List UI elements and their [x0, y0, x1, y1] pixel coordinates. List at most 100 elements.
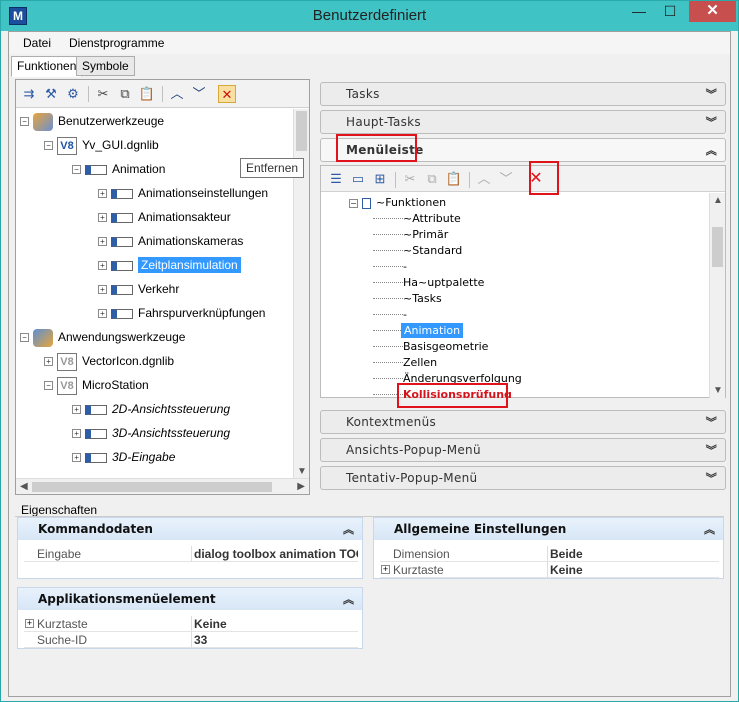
toolbox-icon: [85, 452, 107, 463]
copy-icon[interactable]: ⧉: [116, 85, 134, 103]
move-up-icon[interactable]: ︿: [475, 170, 493, 188]
property-row[interactable]: Dimension Beide: [380, 546, 719, 562]
tree-item-selected[interactable]: + Zeitplansimulation: [98, 255, 241, 275]
toolbox-icon: [111, 212, 133, 223]
tree-item[interactable]: − V8 Yv_GUI.dgnlib: [44, 135, 159, 155]
section-kommandodaten: Kommandodaten ︽ Eingabe dialog toolbox an…: [17, 517, 363, 579]
copy-icon[interactable]: ⧉: [423, 170, 441, 188]
menu-tree-item[interactable]: -: [403, 307, 407, 323]
tree-item[interactable]: + Fahrspurverknüpfungen: [98, 303, 265, 323]
menu-dienstprogramme[interactable]: Dienstprogramme: [69, 36, 164, 50]
toolbox-icon: [111, 260, 133, 271]
move-down-icon[interactable]: ﹀: [190, 85, 208, 103]
tree-horizontal-scrollbar[interactable]: ◀ ▶: [16, 478, 309, 494]
tree-item[interactable]: +3D-Eingabe: [72, 447, 175, 467]
dgnlib-icon: V8: [57, 352, 77, 371]
tree-item[interactable]: − Anwendungswerkzeuge: [20, 327, 185, 347]
menu-tree-item[interactable]: ~Tasks: [403, 291, 442, 307]
menu-tree-item[interactable]: -: [403, 259, 407, 275]
menu-datei[interactable]: Datei: [23, 36, 51, 50]
tab-symbole[interactable]: Symbole: [76, 56, 135, 76]
menu-tree-item[interactable]: ~Primär: [403, 227, 448, 243]
property-row[interactable]: + Kurztaste Keine: [24, 616, 358, 632]
menu-toolbar: ☰ ▭ ⊞ ✂ ⧉ 📋 ︿ ﹀ ✕: [321, 166, 725, 192]
menu-tree: − ~Funktionen ~Attribute ~Primär ~Standar…: [321, 193, 707, 398]
cut-icon[interactable]: ✂: [401, 170, 419, 188]
tree-item[interactable]: + V8 VectorIcon.dgnlib: [44, 351, 174, 371]
scroll-thumb[interactable]: [712, 227, 723, 267]
section-tentativ-popup[interactable]: Tentativ-Popup-Menü ︾: [320, 466, 726, 490]
new-menu-icon[interactable]: ☰: [327, 170, 345, 188]
menu-tree-root[interactable]: − ~Funktionen: [349, 195, 446, 211]
highlight-box: [397, 383, 508, 408]
menu-tree-item[interactable]: Ha~uptpalette: [403, 275, 484, 291]
paste-icon[interactable]: 📋: [138, 85, 156, 103]
functions-tree-pane: ⇉ ⚒ ⚙ ✂ ⧉ 📋 ︿ ﹀ ✕ − Benutzerwerkzeuge − V8…: [15, 79, 310, 495]
tree-item[interactable]: − Animation: [72, 159, 165, 179]
tree-item[interactable]: + Animationseinstellungen: [98, 183, 268, 203]
tab-funktionen[interactable]: Funktionen: [11, 56, 83, 77]
tree-item[interactable]: +3D-Ansichtssteuerung: [72, 423, 230, 443]
menu-tree-item[interactable]: ~Standard: [403, 243, 462, 259]
move-up-icon[interactable]: ︿: [168, 85, 186, 103]
minimize-button[interactable]: —: [625, 1, 653, 23]
new-menu-item-icon[interactable]: ▭: [349, 170, 367, 188]
tree-item[interactable]: + Animationsakteur: [98, 207, 231, 227]
tree-item[interactable]: − V8 MicroStation: [44, 375, 149, 395]
scroll-down-icon[interactable]: ▼: [297, 466, 307, 477]
maximize-button[interactable]: ☐: [656, 1, 684, 23]
cut-icon[interactable]: ✂: [94, 85, 112, 103]
menu-tree-item[interactable]: Basisgeometrie: [403, 339, 488, 355]
new-tool-icon[interactable]: ⚒: [42, 85, 60, 103]
menu-bar-editor: ☰ ▭ ⊞ ✂ ⧉ 📋 ︿ ﹀ ✕ − ~Funktionen ~Attribut…: [320, 161, 726, 408]
chevron-up-icon: ︽: [704, 523, 715, 536]
tree-item[interactable]: + Verkehr: [98, 279, 179, 299]
scroll-thumb[interactable]: [296, 111, 307, 151]
section-haupt-tasks[interactable]: Haupt-Tasks ︾: [320, 110, 726, 134]
properties-panel: Kommandodaten ︽ Eingabe dialog toolbox an…: [15, 516, 724, 678]
highlight-box: [529, 161, 559, 195]
property-row[interactable]: + Kurztaste Keine: [380, 562, 719, 578]
properties-icon[interactable]: ⊞: [371, 170, 389, 188]
scroll-left-icon[interactable]: ◀: [20, 481, 28, 492]
client-area: Datei Dienstprogramme Funktionen Symbole…: [8, 31, 731, 697]
menu-tree-item[interactable]: Zellen: [403, 355, 437, 371]
section-kontextmenues[interactable]: Kontextmenüs ︾: [320, 410, 726, 434]
scroll-down-icon[interactable]: ▼: [713, 385, 723, 396]
toolbox-icon: [85, 428, 107, 439]
chevron-down-icon: ︾: [705, 416, 717, 429]
menu-tree-scrollbar[interactable]: ▲ ▼: [709, 193, 725, 398]
properties-label: Eigenschaften: [21, 503, 98, 517]
menu-bar: Datei Dienstprogramme: [9, 32, 730, 54]
scroll-right-icon[interactable]: ▶: [297, 481, 305, 492]
tree-item[interactable]: +2D-Ansichtssteuerung: [72, 399, 230, 419]
toolbox-icon: [111, 308, 133, 319]
section-ansichts-popup[interactable]: Ansichts-Popup-Menü ︾: [320, 438, 726, 462]
section-tasks[interactable]: Tasks ︾: [320, 82, 726, 106]
close-button[interactable]: ✕: [689, 1, 736, 22]
section-header[interactable]: Kommandodaten ︽: [18, 518, 362, 540]
new-toolbox-icon[interactable]: ⇉: [20, 85, 38, 103]
paste-icon[interactable]: 📋: [445, 170, 463, 188]
section-header[interactable]: Allgemeine Einstellungen ︽: [374, 518, 723, 540]
chevron-up-icon: ︽: [343, 593, 354, 606]
tree-item[interactable]: − Benutzerwerkzeuge: [20, 111, 164, 131]
move-down-icon[interactable]: ﹀: [497, 170, 515, 188]
section-applikationsmenuelement: Applikationsmenüelement ︽ + Kurztaste Kei…: [17, 587, 363, 649]
menu-tree-item[interactable]: ~Attribute: [403, 211, 461, 227]
chevron-down-icon: ︾: [705, 444, 717, 457]
menu-tree-item-selected[interactable]: Animation: [401, 323, 464, 339]
property-row[interactable]: Eingabe dialog toolbox animation TOGGLE: [24, 546, 358, 562]
scroll-thumb[interactable]: [32, 482, 272, 492]
chevron-up-icon: ︽: [343, 523, 354, 536]
tool-properties-icon[interactable]: ⚙: [64, 85, 82, 103]
tree-item[interactable]: + Animationskameras: [98, 231, 243, 251]
section-header[interactable]: Applikationsmenüelement ︽: [18, 588, 362, 610]
tooltip-entfernen: Entfernen: [240, 158, 305, 178]
title-bar[interactable]: M Benutzerdefiniert — ☐ ✕: [1, 1, 738, 31]
delete-icon[interactable]: ✕: [218, 85, 236, 103]
property-row[interactable]: Suche-ID 33: [24, 632, 358, 648]
scroll-up-icon[interactable]: ▲: [713, 195, 723, 206]
application-window: M Benutzerdefiniert — ☐ ✕ Datei Dienstpr…: [0, 0, 739, 702]
toolbox-icon: [111, 236, 133, 247]
